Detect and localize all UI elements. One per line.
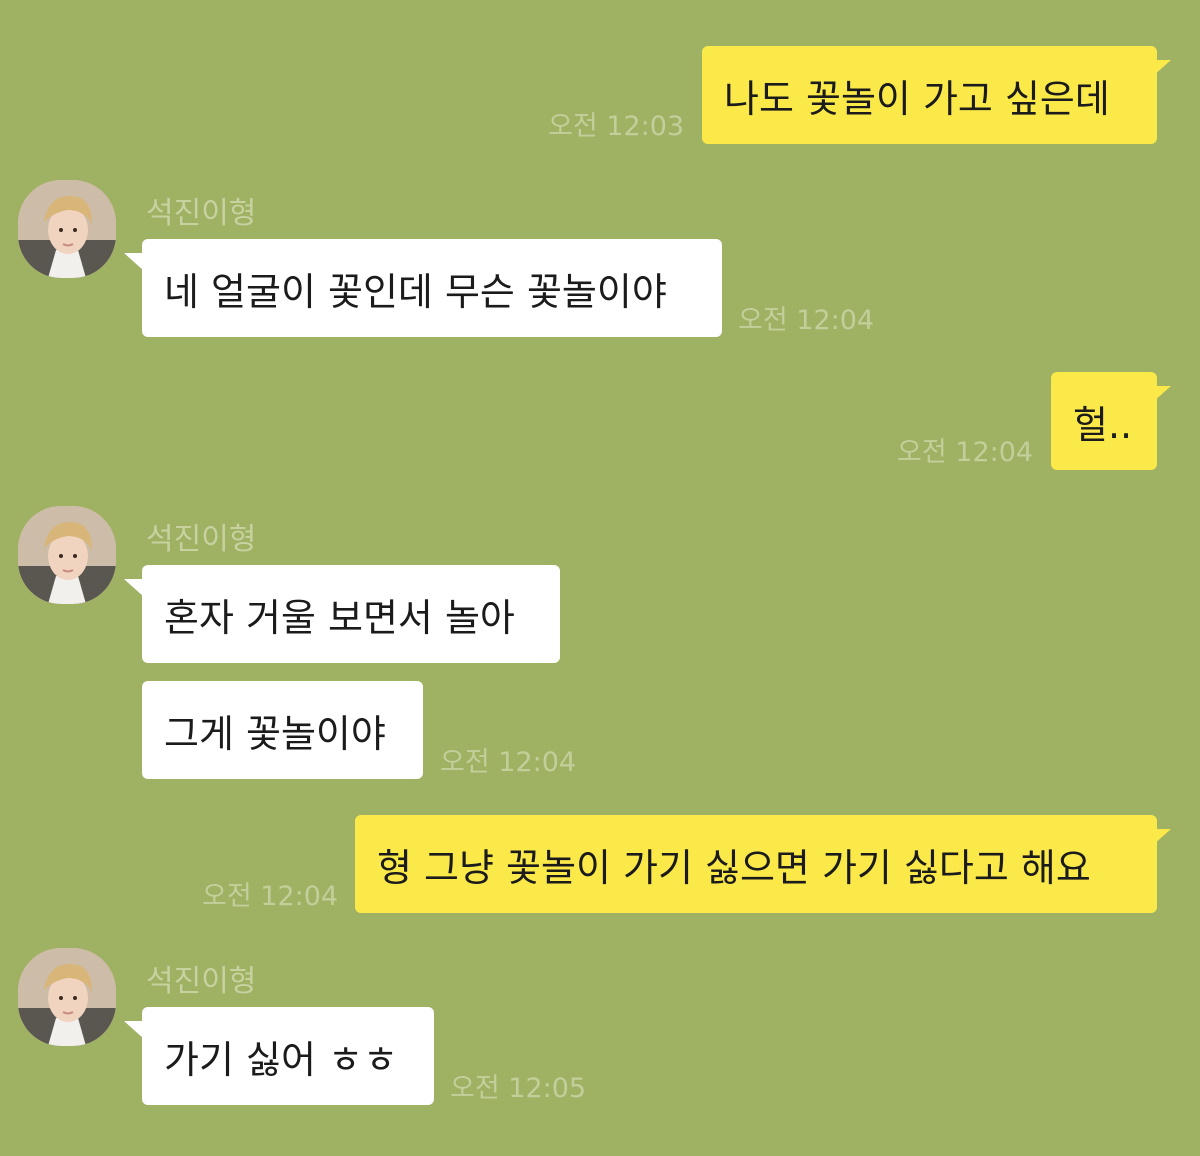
profile-photo-icon (18, 506, 116, 604)
incoming-message[interactable]: 그게 꽃놀이야 (142, 681, 423, 779)
message-text: 나도 꽃놀이 가고 싶은데 (724, 76, 1110, 121)
incoming-message[interactable]: 네 얼굴이 꽃인데 무슨 꽃놀이야 (124, 239, 722, 337)
message-text: 형 그냥 꽃놀이 가기 싫으면 가기 싫다고 해요 (377, 845, 1091, 890)
message-timestamp: 오전 12:05 (450, 1073, 587, 1104)
message-text: 그게 꽃놀이야 (164, 711, 386, 756)
profile-photo-icon (18, 180, 116, 278)
contact-avatar[interactable] (18, 506, 116, 604)
message-text: 헐.. (1073, 402, 1133, 447)
message-text: 가기 싫어 ㅎㅎ (164, 1037, 398, 1082)
message-timestamp: 오전 12:04 (440, 747, 577, 778)
message-text: 혼자 거울 보면서 놀아 (164, 595, 515, 640)
contact-name: 석진이형 (146, 196, 257, 231)
outgoing-message[interactable]: 헐.. (1051, 372, 1171, 470)
outgoing-message[interactable]: 형 그냥 꽃놀이 가기 싫으면 가기 싫다고 해요 (355, 815, 1171, 913)
contact-avatar[interactable] (18, 180, 116, 278)
outgoing-message[interactable]: 나도 꽃놀이 가고 싶은데 (702, 46, 1171, 144)
message-timestamp: 오전 12:04 (738, 305, 875, 336)
chat-room: 오전 12:03 나도 꽃놀이 가고 싶은데 석진이형 네 얼굴이 꽃인데 무슨… (0, 0, 1200, 1156)
contact-name: 석진이형 (146, 964, 257, 999)
incoming-message[interactable]: 가기 싫어 ㅎㅎ (124, 1007, 434, 1105)
message-timestamp: 오전 12:04 (202, 881, 339, 912)
message-timestamp: 오전 12:03 (548, 111, 685, 142)
profile-photo-icon (18, 948, 116, 1046)
message-timestamp: 오전 12:04 (897, 437, 1034, 468)
contact-avatar[interactable] (18, 948, 116, 1046)
incoming-message[interactable]: 혼자 거울 보면서 놀아 (124, 565, 560, 663)
message-text: 네 얼굴이 꽃인데 무슨 꽃놀이야 (164, 269, 667, 314)
contact-name: 석진이형 (146, 522, 257, 557)
